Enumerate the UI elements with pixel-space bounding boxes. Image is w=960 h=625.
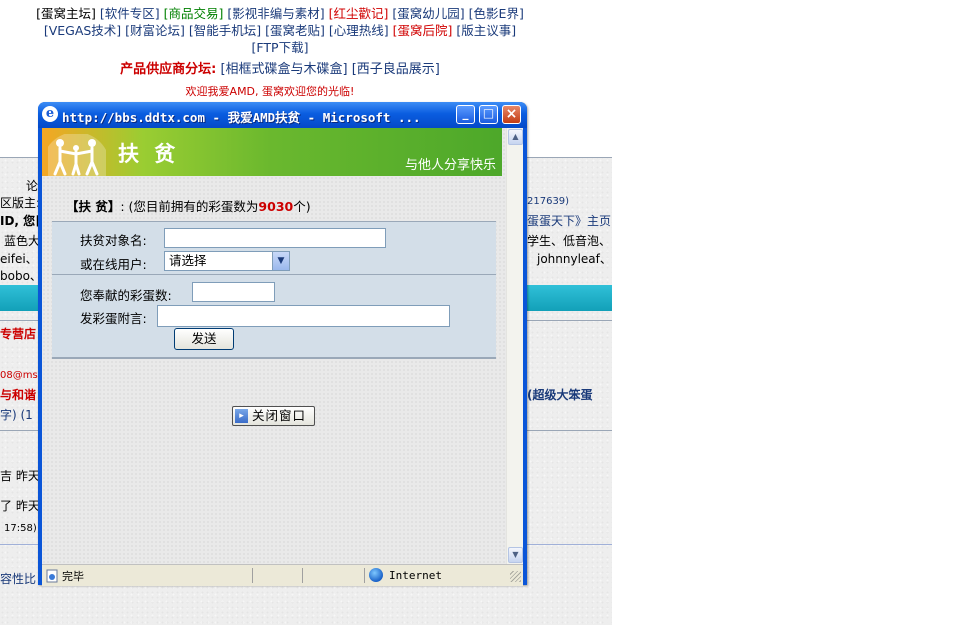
forum-text: 蓝色大 [4, 234, 41, 248]
status-bar: 完毕 Internet [42, 564, 523, 586]
globe-icon [369, 568, 383, 582]
nav-link[interactable]: [色影E界] [469, 6, 524, 21]
egg-amount-input[interactable] [192, 282, 275, 302]
target-name-label: 扶贫对象名: [80, 233, 147, 248]
forum-nav-row-3: [FTP下载] [0, 37, 560, 56]
ie-icon: e [42, 106, 58, 122]
online-user-selected: 请选择 [169, 253, 207, 268]
nav-link[interactable]: [蛋窝后院] [393, 23, 453, 38]
section-label: 【扶 贫】 [66, 199, 121, 214]
close-window-label: 关闭窗口 [252, 408, 307, 423]
close-button[interactable]: × [502, 105, 521, 124]
vertical-scrollbar[interactable]: ▲ ▼ [506, 128, 523, 564]
forum-link[interactable]: (超级大笨蛋 [527, 386, 593, 403]
banner: 扶 贫 与他人分享快乐 [42, 128, 502, 176]
minimize-icon: _ [462, 106, 469, 120]
nav-link[interactable]: [蛋窝主坛] [36, 6, 96, 21]
target-name-input[interactable] [164, 228, 386, 248]
nav-link[interactable]: [财富论坛] [125, 23, 185, 38]
nav-link[interactable]: [软件专区] [100, 6, 160, 21]
form-divider [52, 274, 496, 275]
forum-user-list[interactable]: 学生、低音泡、 [527, 232, 611, 249]
balance-suffix: 个) [293, 199, 311, 214]
online-user-label: 或在线用户: [80, 257, 147, 272]
maximize-icon: □ [482, 106, 495, 120]
nav-link[interactable]: [蛋窝老贴] [265, 23, 325, 38]
helping-people-icon [48, 134, 106, 176]
maximize-button[interactable]: □ [479, 105, 498, 124]
status-divider [364, 568, 365, 583]
page-content: 扶 贫 与他人分享快乐 【扶 贫】: (您目前拥有的彩蛋数为9030个) 扶贫对… [42, 128, 506, 564]
status-divider [302, 568, 303, 583]
nav-link[interactable]: [商品交易] [164, 6, 224, 21]
banner-title: 扶 贫 [118, 142, 180, 166]
nav-link[interactable]: [FTP下载] [252, 40, 309, 55]
balance-text: : (您目前拥有的彩蛋数为 [120, 199, 259, 214]
forum-text: 了 昨天 [0, 499, 40, 513]
close-window-icon: ▸ [235, 409, 248, 423]
welcome-message: 欢迎我爱AMD, 蛋窝欢迎您的光临! [185, 85, 355, 98]
egg-amount-label: 您奉献的彩蛋数: [80, 288, 172, 303]
nav-link[interactable]: [版主议事] [456, 23, 516, 38]
forum-user-list[interactable]: johnnyleaf、 [537, 250, 612, 267]
forum-text: 17:58) [4, 523, 37, 534]
status-divider [252, 568, 253, 583]
close-window-button[interactable]: ▸ 关闭窗口 [232, 406, 315, 426]
donation-form: 扶贫对象名: 或在线用户: 请选择 ▼ 您奉献的彩蛋数: 发彩蛋附言: 发送 [52, 221, 496, 359]
egg-count: 9030 [258, 199, 294, 214]
nav-link[interactable]: [VEGAS技术] [44, 23, 121, 38]
message-input[interactable] [157, 305, 450, 327]
chevron-down-icon[interactable]: ▼ [272, 252, 289, 270]
minimize-button[interactable]: _ [456, 105, 475, 124]
title-bar[interactable]: e http://bbs.ddtx.com - 我爱AMD扶贫 - Micros… [38, 102, 527, 128]
supplier-label: 产品供应商分坛: [120, 62, 217, 77]
status-text: 完毕 [62, 570, 84, 583]
page-icon [46, 569, 58, 583]
forum-link[interactable]: 容性比 [0, 570, 36, 587]
forum-text: 吉 昨天 [0, 469, 40, 483]
supplier-link[interactable]: [西子良品展示] [352, 62, 440, 77]
supplier-link[interactable]: [相框式碟盒与木碟盒] [220, 62, 347, 77]
supplier-bar: 产品供应商分坛: [相框式碟盒与木碟盒] [西子良品展示] [0, 58, 560, 77]
scroll-down-icon[interactable]: ▼ [508, 547, 523, 563]
forum-text: 专营店 [0, 327, 37, 341]
message-label: 发彩蛋附言: [80, 311, 147, 326]
nav-link[interactable]: [蛋窝幼儿园] [392, 6, 464, 21]
scroll-up-icon[interactable]: ▲ [508, 129, 523, 145]
nav-link[interactable]: [心理热线] [329, 23, 389, 38]
forum-user-list[interactable]: bobo、 [0, 267, 42, 284]
popup-window: e http://bbs.ddtx.com - 我爱AMD扶贫 - Micros… [38, 102, 527, 586]
balance-statement: 【扶 贫】: (您目前拥有的彩蛋数为9030个) [66, 196, 311, 215]
forum-text: 字) (1 [0, 408, 33, 422]
forum-link[interactable]: 与和谐 [0, 386, 36, 403]
forum-user-list[interactable]: eifei、 [0, 250, 38, 267]
online-user-select[interactable]: 请选择 ▼ [164, 251, 290, 271]
forum-link[interactable]: 蛋蛋天下》主页 [527, 212, 611, 229]
nav-link[interactable]: [红尘歡记] [329, 6, 389, 21]
security-zone: Internet [389, 569, 442, 582]
window-title: http://bbs.ddtx.com - 我爱AMD扶贫 - Microsof… [62, 110, 421, 125]
nav-link[interactable]: [智能手机坛] [189, 23, 261, 38]
resize-grip-icon[interactable] [510, 571, 521, 582]
send-button[interactable]: 发送 [174, 328, 234, 350]
close-icon: × [505, 106, 518, 122]
forum-text: 217639) [527, 196, 570, 207]
nav-link[interactable]: [影视非编与素材] [227, 6, 324, 21]
forum-text: 区版主: [0, 196, 41, 210]
forum-text: 论 [26, 179, 39, 193]
banner-slogan: 与他人分享快乐 [404, 158, 496, 173]
window-body: 扶 贫 与他人分享快乐 【扶 贫】: (您目前拥有的彩蛋数为9030个) 扶贫对… [42, 128, 523, 564]
